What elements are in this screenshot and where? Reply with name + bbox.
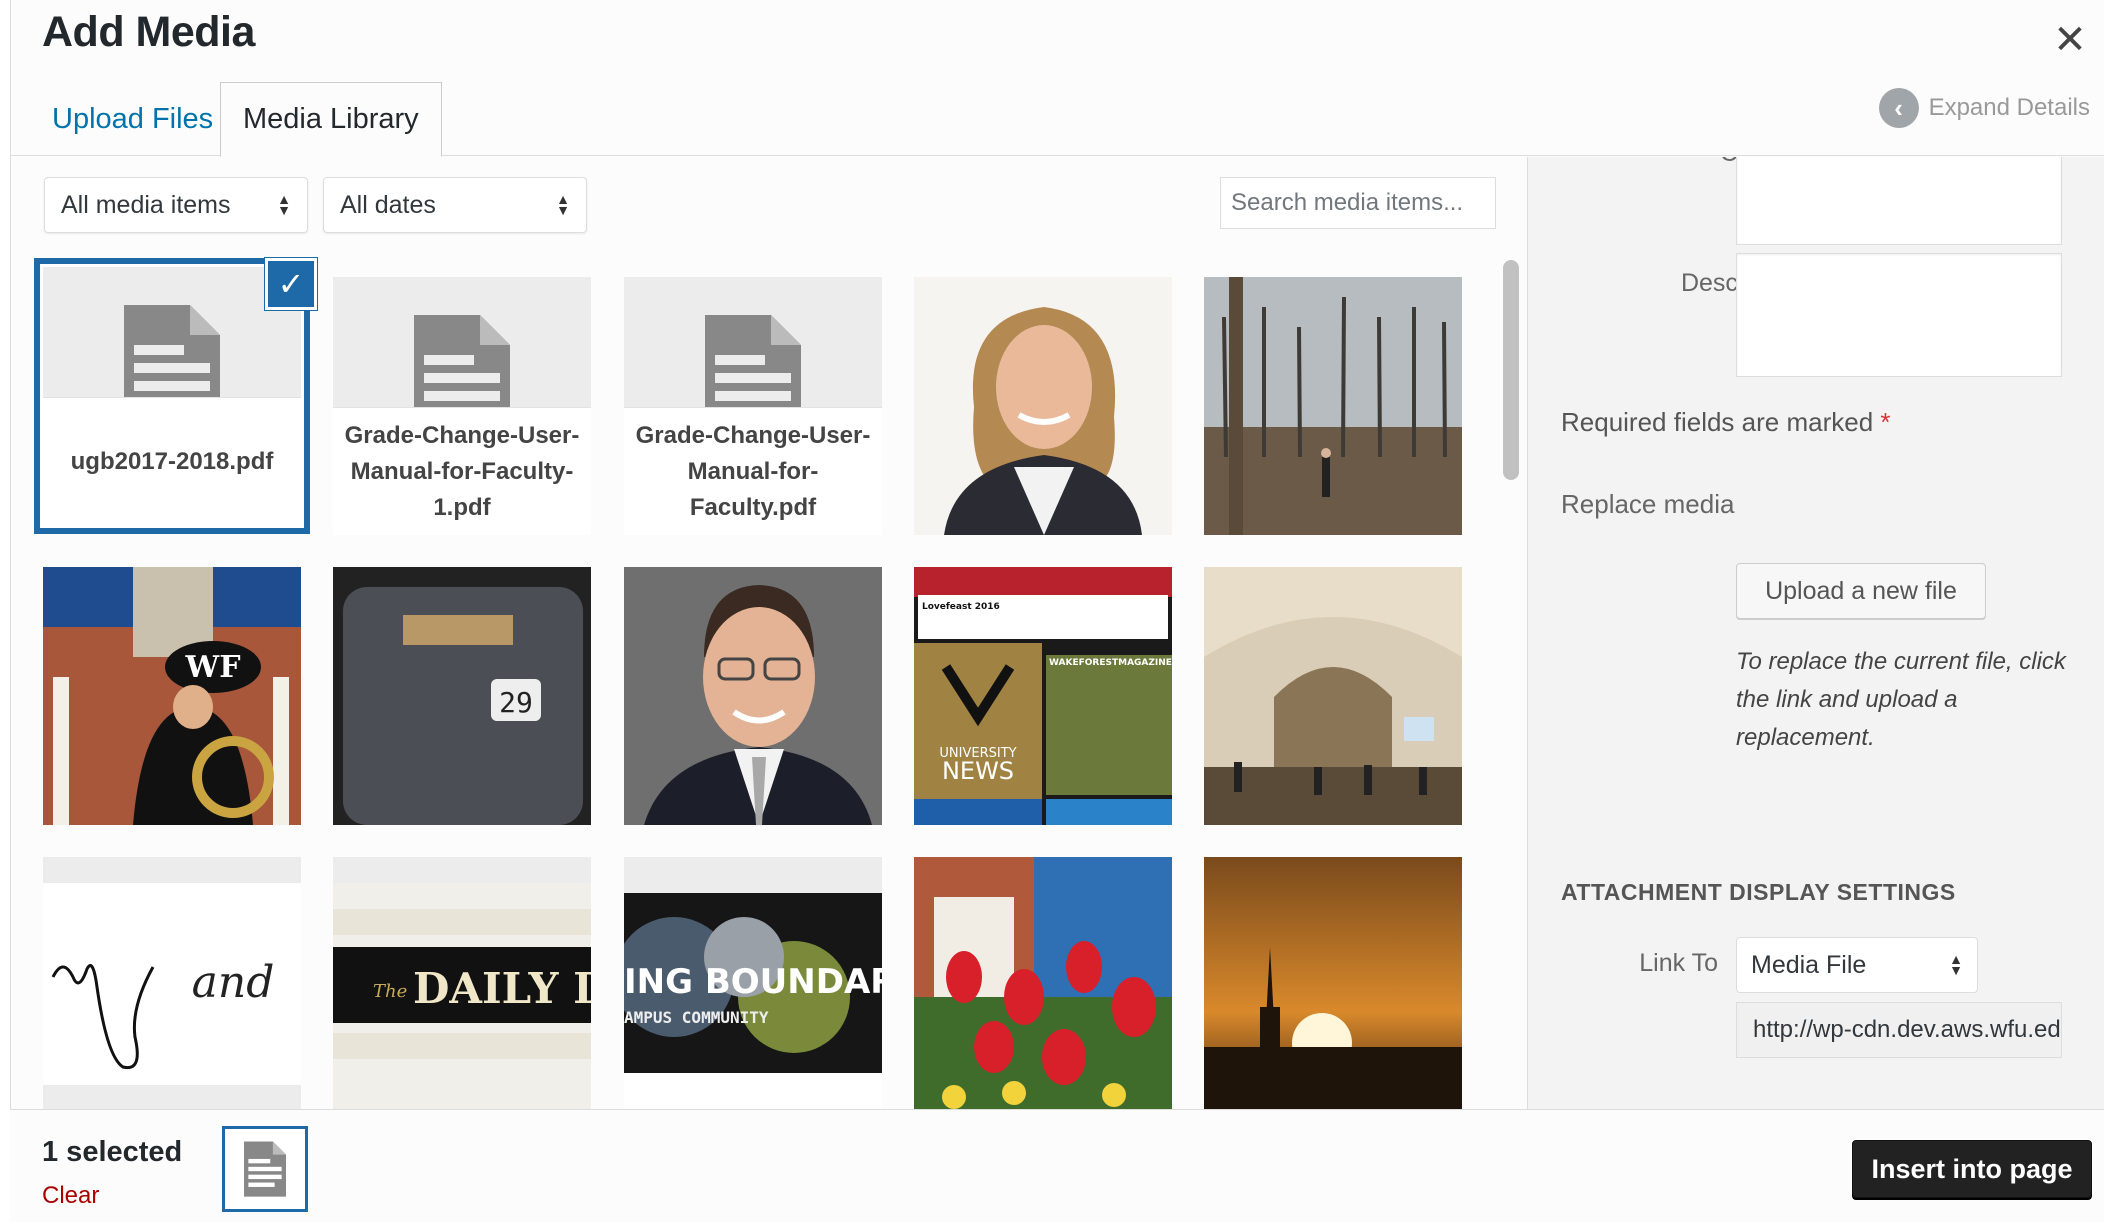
attachment-signature[interactable]: and bbox=[43, 857, 301, 1109]
portrait-man-image bbox=[624, 567, 882, 825]
attachment-forest[interactable] bbox=[1204, 277, 1462, 535]
search-input[interactable]: Search media items... bbox=[1220, 177, 1496, 229]
campus-text: AMPUS COMMUNITY bbox=[624, 1008, 769, 1027]
daily-prefix: The bbox=[373, 981, 407, 1002]
description-field[interactable] bbox=[1736, 253, 2062, 377]
select-arrows-icon: ▲ ▼ bbox=[1949, 951, 1963, 978]
band-member-image: WF bbox=[43, 567, 301, 825]
media-type-filter[interactable]: All media items ▲ ▼ bbox=[44, 177, 308, 233]
select-arrows-icon: ▲ ▼ bbox=[277, 191, 291, 218]
attachment-boundaries[interactable]: ING BOUNDARIES: AMPUS COMMUNITY bbox=[624, 857, 882, 1109]
attachment-sunset[interactable] bbox=[1204, 857, 1462, 1109]
news-collage-image: Lovefeast 2016 UNIVERSITY NEWS WAKEFORES… bbox=[914, 567, 1172, 825]
attachment-tulips[interactable] bbox=[914, 857, 1172, 1109]
sunset-image bbox=[1204, 857, 1462, 1109]
attachment-portrait-woman[interactable] bbox=[914, 277, 1172, 535]
attachment-portrait-man[interactable] bbox=[624, 567, 882, 825]
forest-image bbox=[1204, 277, 1462, 535]
reading-room-image bbox=[1204, 567, 1462, 825]
expand-details-button[interactable]: ‹ Expand Details bbox=[1878, 88, 2090, 128]
news-header: Lovefeast 2016 bbox=[922, 602, 1000, 612]
chair-number: 29 bbox=[499, 686, 533, 719]
daily-banner-image: The DAILY D bbox=[333, 857, 591, 1109]
tab-media-library[interactable]: Media Library bbox=[220, 82, 442, 157]
link-to-label: Link To bbox=[1639, 949, 1718, 977]
attachment-filename: ugb2017-2018.pdf bbox=[43, 397, 301, 525]
signature-image: and bbox=[43, 857, 301, 1109]
link-to-value: Media File bbox=[1751, 950, 1867, 979]
attachment-grade-change-pdf[interactable]: Grade-Change-User-Manual-for-Faculty.pdf bbox=[624, 277, 882, 535]
media-type-filter-value: All media items bbox=[61, 190, 231, 219]
media-grid-scrollbar[interactable] bbox=[1503, 260, 1519, 480]
attachment-band-member[interactable]: WF bbox=[43, 567, 301, 825]
replace-note: To replace the current file, click the l… bbox=[1736, 648, 2066, 751]
upload-new-file-button[interactable]: Upload a new file bbox=[1736, 563, 1986, 619]
required-star: * bbox=[1880, 407, 1891, 437]
attachment-filename: Grade-Change-User-Manual-for-Faculty.pdf bbox=[624, 407, 882, 535]
attachment-display-settings-heading: Attachment Display Settings bbox=[1561, 879, 1956, 905]
boundaries-image: ING BOUNDARIES: AMPUS COMMUNITY bbox=[624, 857, 882, 1109]
magazine-title: WAKEFORESTMAGAZINE bbox=[1049, 658, 1172, 668]
attachment-details-sidebar: Caption Description Required fields are … bbox=[1527, 157, 2104, 1109]
signature-text: and bbox=[192, 957, 275, 1008]
tulips-image bbox=[914, 857, 1172, 1109]
selected-attachment-thumbnail[interactable] bbox=[222, 1126, 308, 1212]
close-icon[interactable]: ✕ bbox=[2050, 18, 2090, 62]
checkmark-icon[interactable]: ✓ bbox=[265, 258, 317, 310]
portrait-woman-image bbox=[914, 277, 1172, 535]
clear-selection-link[interactable]: Clear bbox=[42, 1182, 99, 1210]
document-icon bbox=[244, 1141, 286, 1197]
attachment-reading-room[interactable] bbox=[1204, 567, 1462, 825]
attachment-ugb2017-pdf[interactable]: ugb2017-2018.pdf bbox=[43, 267, 301, 525]
select-arrows-icon: ▲ ▼ bbox=[556, 191, 570, 218]
attachment-chair[interactable]: 29 bbox=[333, 567, 591, 825]
document-icon bbox=[624, 277, 882, 441]
daily-title: DAILY D bbox=[413, 964, 591, 1013]
attachment-daily-banner[interactable]: The DAILY D bbox=[333, 857, 591, 1109]
boundaries-title: ING BOUNDARIES: bbox=[624, 962, 882, 1002]
insert-into-page-button[interactable]: Insert into page bbox=[1852, 1140, 2092, 1198]
tab-strip: Upload Files Media Library bbox=[10, 82, 2104, 157]
attachment-news-collage[interactable]: Lovefeast 2016 UNIVERSITY NEWS WAKEFORES… bbox=[914, 567, 1172, 825]
wf-logo: WF bbox=[185, 650, 241, 685]
document-icon bbox=[333, 277, 591, 441]
tab-upload-files[interactable]: Upload Files bbox=[30, 82, 235, 156]
modal-title: Add Media bbox=[42, 8, 255, 56]
link-to-select[interactable]: Media File ▲ ▼ bbox=[1736, 937, 1978, 993]
required-fields-text: Required fields are marked bbox=[1561, 407, 1874, 437]
news-big: NEWS bbox=[942, 757, 1014, 785]
modal-footer: 1 selected Clear Insert into page bbox=[10, 1109, 2104, 1222]
selection-count: 1 selected bbox=[42, 1136, 183, 1168]
date-filter-value: All dates bbox=[340, 190, 436, 219]
media-toolbar: All media items ▲ ▼ All dates ▲ ▼ Search m… bbox=[10, 157, 1526, 247]
chair-image: 29 bbox=[333, 567, 591, 825]
date-filter[interactable]: All dates ▲ ▼ bbox=[323, 177, 587, 233]
attachment-filename: Grade-Change-User-Manual-for-Faculty-1.p… bbox=[333, 407, 591, 535]
document-icon bbox=[43, 267, 301, 431]
media-grid: ugb2017-2018.pdf ✓ Grade-Change-User-Man… bbox=[10, 247, 1500, 1109]
required-fields-note: Required fields are marked * bbox=[1561, 407, 1891, 438]
chevron-left-icon: ‹ bbox=[1878, 88, 1919, 128]
replace-media-label: Replace media bbox=[1561, 489, 1735, 519]
caption-field[interactable] bbox=[1736, 157, 2062, 245]
expand-details-label: Expand Details bbox=[1928, 94, 2090, 121]
attachment-grade-change-1-pdf[interactable]: Grade-Change-User-Manual-for-Faculty-1.p… bbox=[333, 277, 591, 535]
link-url-field[interactable]: http://wp-cdn.dev.aws.wfu.edu/ bbox=[1736, 1002, 2062, 1058]
